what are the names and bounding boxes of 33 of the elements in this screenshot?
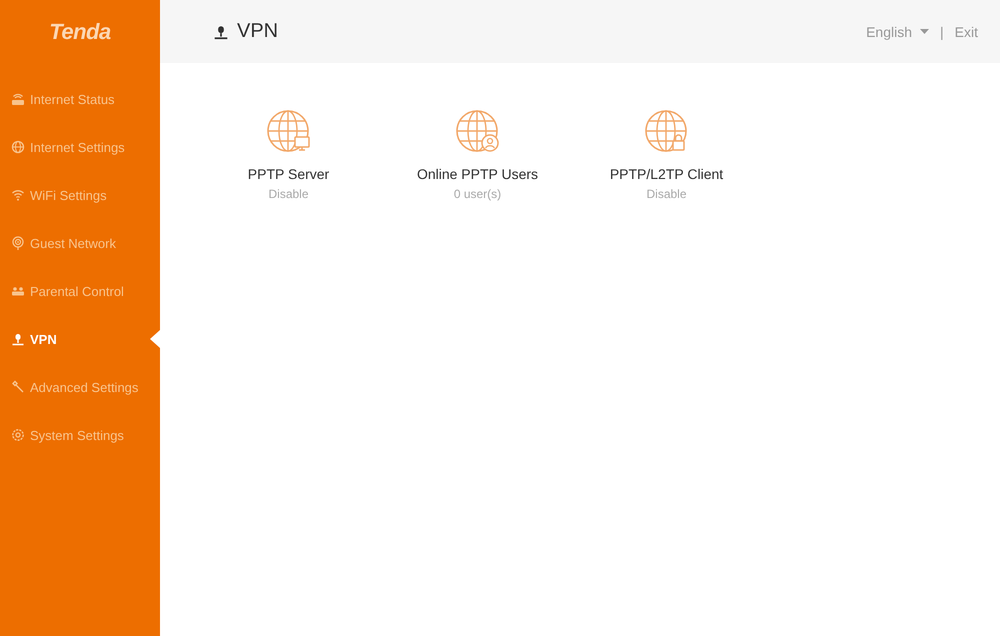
sidebar-item[interactable]: Internet Status — [0, 75, 160, 123]
people-icon — [11, 284, 25, 298]
globe-monitor-icon — [266, 109, 312, 155]
globe-lock-icon — [644, 109, 690, 155]
sidebar-item[interactable]: WiFi Settings — [0, 171, 160, 219]
card-status: 0 user(s) — [454, 187, 502, 201]
globe-user-icon — [454, 109, 500, 155]
router-icon — [11, 92, 25, 106]
separator: | — [940, 24, 944, 40]
wrench-icon — [11, 380, 25, 394]
card-title[interactable]: PPTP/L2TP Client — [610, 166, 724, 182]
vpn-icon — [213, 24, 229, 40]
sidebar-item[interactable]: Guest Network — [0, 219, 160, 267]
card-title[interactable]: Online PPTP Users — [416, 166, 538, 182]
wifi-icon — [11, 188, 25, 202]
sidebar-item[interactable]: VPN — [0, 315, 160, 363]
selection-pointer — [150, 330, 160, 348]
card-title[interactable]: PPTP Server — [248, 166, 330, 182]
sidebar-item[interactable]: Advanced Settings — [0, 363, 160, 411]
card-status: Disable — [646, 187, 687, 201]
sidebar-item[interactable]: Internet Settings — [0, 123, 160, 171]
sidebar-item[interactable]: Parental Control — [0, 267, 160, 315]
target-icon — [11, 236, 25, 250]
card-status: Disable — [268, 187, 309, 201]
tenda-logo: Tenda — [49, 19, 111, 46]
vpn-icon — [11, 332, 25, 346]
page-title: VPN — [237, 20, 278, 43]
caret-icon — [920, 29, 930, 34]
gear-icon — [11, 428, 25, 442]
exit-link[interactable]: Exit — [954, 24, 978, 40]
sidebar-item[interactable]: System Settings — [0, 411, 160, 459]
language-dropdown[interactable]: English — [866, 24, 930, 40]
globe-icon — [11, 140, 25, 154]
